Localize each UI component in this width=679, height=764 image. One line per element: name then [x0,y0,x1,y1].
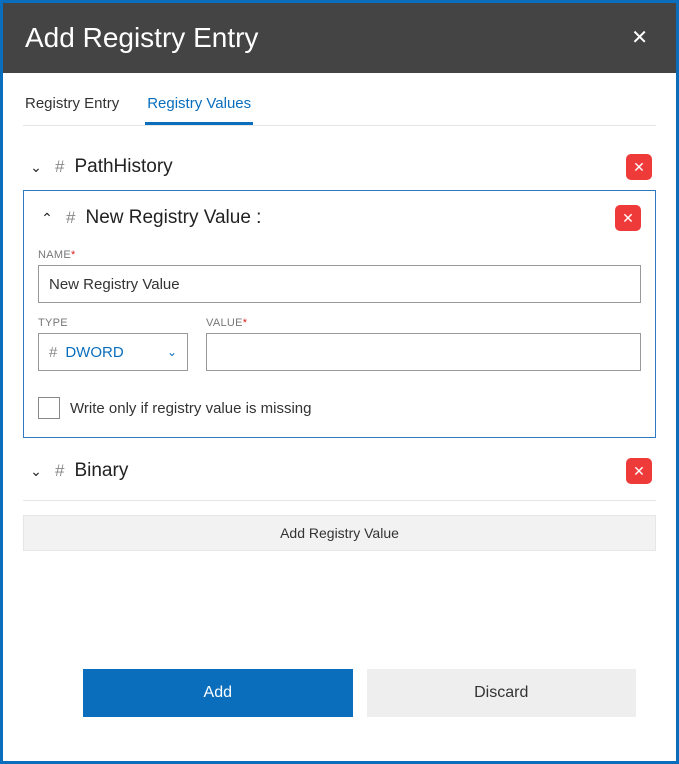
tabs: Registry Entry Registry Values [23,85,656,126]
dialog-titlebar: Add Registry Entry ✕ [3,3,676,73]
delete-button[interactable]: ✕ [626,154,652,180]
close-icon: ✕ [633,159,645,176]
value-item-title: PathHistory [74,156,616,178]
name-input[interactable] [38,265,641,303]
write-if-missing-checkbox[interactable] [38,397,60,419]
chevron-down-icon: ⌄ [27,159,45,176]
required-marker: * [71,249,76,261]
value-item-header[interactable]: ⌃ # New Registry Value : ✕ [38,205,641,235]
hash-icon: # [49,344,57,361]
value-input[interactable] [206,333,641,371]
write-if-missing-row: Write only if registry value is missing [38,397,641,419]
close-icon[interactable]: ✕ [625,22,654,54]
dialog-content: Registry Entry Registry Values ⌄ # PathH… [3,73,676,761]
value-item-title: Binary [74,460,616,482]
chevron-up-icon: ⌃ [38,210,56,227]
tab-registry-entry[interactable]: Registry Entry [23,85,121,125]
type-select[interactable]: # DWORD ⌄ [38,333,188,371]
discard-button[interactable]: Discard [367,669,637,717]
chevron-down-icon: ⌄ [27,463,45,480]
hash-icon: # [55,157,64,177]
value-item-title: New Registry Value : [85,207,605,229]
registry-values-list: ⌄ # PathHistory ✕ ⌃ # New Registry Value… [23,144,656,551]
hash-icon: # [55,461,64,481]
required-marker: * [243,317,248,329]
close-icon: ✕ [633,463,645,480]
value-label: VALUE* [206,317,641,329]
type-label: TYPE [38,317,188,329]
name-label: NAME* [38,249,641,261]
value-item-pathhistory[interactable]: ⌄ # PathHistory ✕ [23,144,656,190]
add-button[interactable]: Add [83,669,353,717]
type-value: DWORD [65,344,123,361]
value-item-new-registry-value: ⌃ # New Registry Value : ✕ NAME* TYPE [23,190,656,438]
dialog-title: Add Registry Entry [25,22,258,54]
value-item-binary[interactable]: ⌄ # Binary ✕ [23,448,656,494]
write-if-missing-label: Write only if registry value is missing [70,400,311,417]
dialog-footer: Add Discard [23,669,656,741]
add-registry-value-button[interactable]: Add Registry Value [23,515,656,551]
close-icon: ✕ [622,210,634,227]
divider [23,500,656,501]
tab-registry-values[interactable]: Registry Values [145,85,253,125]
chevron-down-icon: ⌄ [167,345,177,359]
delete-button[interactable]: ✕ [615,205,641,231]
add-registry-entry-dialog: Add Registry Entry ✕ Registry Entry Regi… [0,0,679,764]
delete-button[interactable]: ✕ [626,458,652,484]
hash-icon: # [66,208,75,228]
